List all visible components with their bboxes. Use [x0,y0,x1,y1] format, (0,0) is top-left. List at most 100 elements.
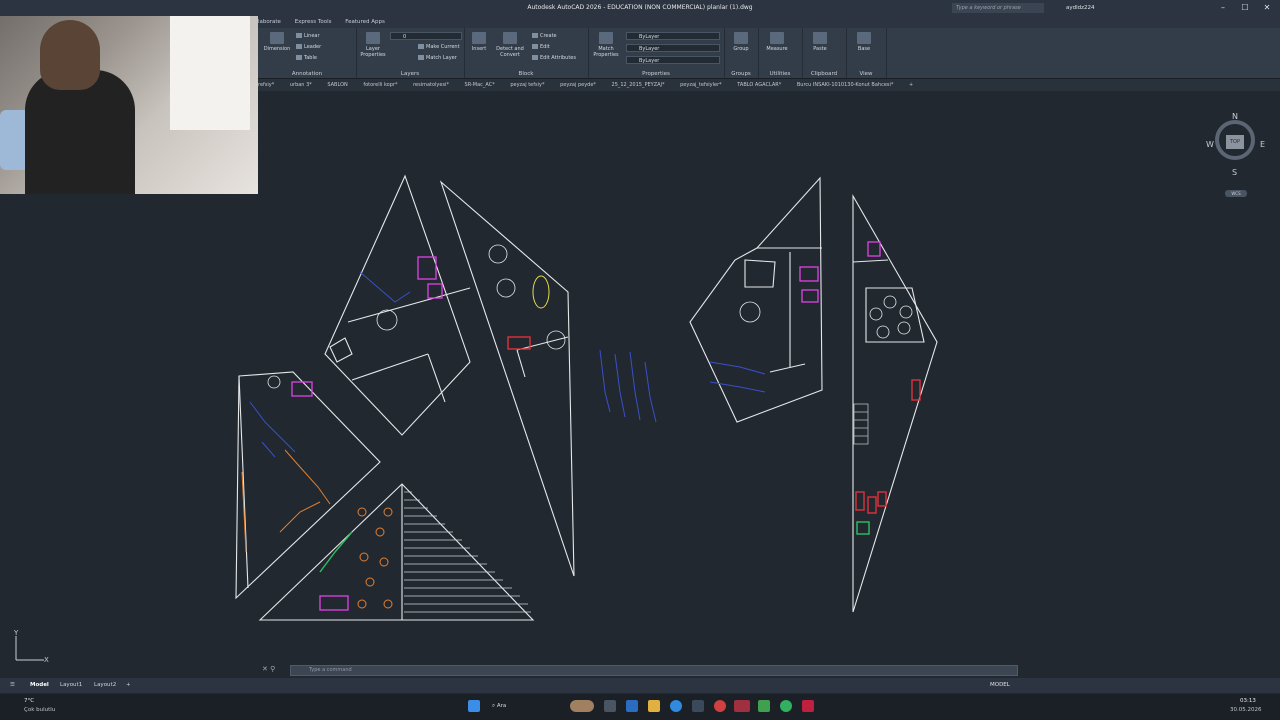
add-layout-icon[interactable]: + [126,678,131,693]
ribbon-panel: Dimension Linear Leader Table Annotation… [258,28,1280,79]
user-account[interactable]: aydldz224 [1066,0,1095,16]
command-line-icons[interactable]: ✕ ⚲ [262,665,275,673]
view-title[interactable]: View [846,71,886,77]
detect-icon [503,32,517,44]
groups-title[interactable]: Groups [724,71,758,77]
weather-text[interactable]: Çok bulutlu [24,707,55,713]
viewcube-top-face[interactable]: TOP [1226,135,1244,149]
layer-properties-button[interactable]: Layer Properties [360,32,386,58]
leader-icon [296,44,302,49]
file-tab[interactable]: fotorelli kopr* [363,82,397,88]
command-input[interactable]: Type a command [290,665,1018,676]
layout-tab-model[interactable]: Model [30,678,49,693]
plan-shape-1 [324,174,471,436]
layout-tab-layout1[interactable]: Layout1 [60,678,82,693]
app-icon[interactable] [626,700,638,712]
insert-button[interactable]: Insert [468,32,490,52]
make-current-button[interactable]: Make Current [418,44,460,50]
search-input[interactable]: Type a keyword or phrase [952,3,1044,13]
base-button[interactable]: Base [852,32,876,52]
linetype-dropdown[interactable]: ByLayer [626,44,720,52]
measure-icon [770,32,784,44]
table-button[interactable]: Table [296,55,317,61]
file-tab[interactable]: resimatolyesi* [413,82,449,88]
status-bar: ☰ Model Layout1 Layout2 + MODEL [0,678,1280,693]
tab-featured-apps[interactable]: Featured Apps [345,19,385,25]
file-tab[interactable]: Burcu INSAKI-1010130-Konut Bahcesi* [797,82,894,88]
wcs-menu[interactable]: WCS [1225,190,1247,197]
lineweight-dropdown[interactable]: ByLayer [626,56,720,64]
match-properties-button[interactable]: Match Properties [592,32,620,58]
linear-icon [296,33,302,38]
chrome-icon[interactable] [714,700,726,712]
file-tab[interactable]: peyzaj peyde* [560,82,596,88]
clipboard-title[interactable]: Clipboard [802,71,846,77]
edge-icon[interactable] [670,700,682,712]
compass-west[interactable]: W [1206,140,1214,149]
properties-title[interactable]: Properties [588,71,724,77]
model-space-indicator[interactable]: MODEL [990,678,1010,693]
compass-south[interactable]: S [1232,168,1237,177]
insert-icon [472,32,486,44]
app-icon[interactable] [758,700,770,712]
file-tab[interactable]: urban 3* [290,82,312,88]
compass-north[interactable]: N [1232,112,1238,121]
group-button[interactable]: Group [728,32,754,52]
widgets-icon[interactable] [570,700,594,712]
clock-date[interactable]: 30.05.2026 [1230,707,1262,713]
group-icon [734,32,748,44]
layout-tab-layout2[interactable]: Layout2 [94,678,116,693]
block-group: Insert Detect and Convert Create Edit Ed… [464,28,589,78]
leader-button[interactable]: Leader [296,44,321,50]
drawing-viewport[interactable] [0,92,1280,664]
autocad-icon[interactable] [802,700,814,712]
utilities-group: Measure Utilities [758,28,803,78]
start-icon[interactable] [468,700,480,712]
weather-temp[interactable]: 7°C [24,698,34,704]
whatsapp-icon[interactable] [780,700,792,712]
plan-shape-3 [235,371,381,600]
file-tab[interactable]: TABLO AGACLAR* [737,82,781,88]
file-tab[interactable]: peyzaj_tefsiyler* [680,82,722,88]
maximize-icon[interactable]: ☐ [1234,0,1256,16]
color-dropdown[interactable]: ByLayer [626,32,720,40]
file-tab[interactable]: SR-Mac_AC* [465,82,495,88]
annotation-title[interactable]: Annotation [258,71,356,77]
measure-button[interactable]: Measure [762,32,792,52]
close-icon[interactable]: ✕ [1256,0,1278,16]
file-tab[interactable]: peyzaj tefsiy* [510,82,544,88]
menu-icon[interactable]: ☰ [10,678,15,693]
paste-button[interactable]: Paste [808,32,832,52]
attributes-icon [532,55,538,60]
file-tab[interactable]: refsiy* [258,82,274,88]
file-explorer-icon[interactable] [648,700,660,712]
edit-block-button[interactable]: Edit [532,44,550,50]
properties-group: Match Properties ByLayer ByLayer ByLayer… [588,28,725,78]
match-layer-button[interactable]: Match Layer [418,55,457,61]
taskbar-search[interactable]: ⌕ Ara [492,703,506,710]
drawing-canvas[interactable] [0,92,1280,664]
store-icon[interactable] [692,700,704,712]
linear-button[interactable]: Linear [296,33,320,39]
viewcube[interactable]: TOP N S E W [1206,112,1266,202]
compass-east[interactable]: E [1260,140,1265,149]
new-tab-icon[interactable]: + [909,82,913,88]
tab-express-tools[interactable]: Express Tools [295,19,332,25]
block-title[interactable]: Block [464,71,588,77]
edit-attributes-button[interactable]: Edit Attributes [532,55,576,61]
groups-group: Group Groups [724,28,759,78]
dimension-button[interactable]: Dimension [262,32,292,52]
layer-dropdown[interactable]: 0 [390,32,462,40]
detect-convert-button[interactable]: Detect and Convert [494,32,526,58]
create-icon [532,33,538,38]
file-tab[interactable]: SABLON [327,82,347,88]
minimize-icon[interactable]: – [1212,0,1234,16]
active-app-icon[interactable] [734,700,750,712]
task-view-icon[interactable] [604,700,616,712]
tab-collaborate[interactable]: laborate [258,19,281,25]
layers-title[interactable]: Layers [356,71,464,77]
utilities-title[interactable]: Utilities [758,71,802,77]
clock-time[interactable]: 03:13 [1240,698,1256,704]
create-block-button[interactable]: Create [532,33,557,39]
file-tab[interactable]: 25_12_2015_PEYZAJ* [612,82,665,88]
